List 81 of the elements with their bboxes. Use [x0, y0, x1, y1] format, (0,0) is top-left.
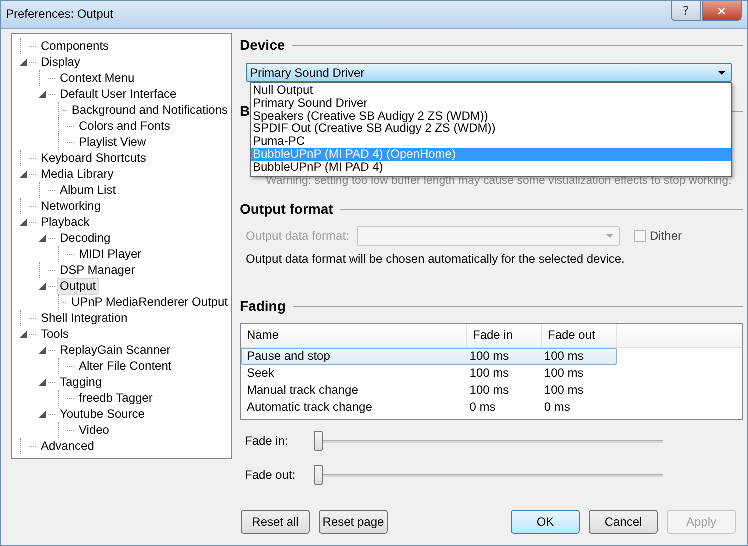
tree-item[interactable]: Video — [76, 422, 112, 438]
table-row[interactable]: Pause and stop 100 ms 100 ms — [241, 348, 617, 365]
tree-item[interactable]: Shell Integration — [38, 310, 131, 326]
dialog-button[interactable]: Reset all — [241, 510, 310, 534]
tree-item[interactable]: Components — [38, 38, 112, 54]
dropdown-option[interactable]: BubbleUPnP (MI PAD 4) — [251, 160, 731, 174]
table-cell-text: Manual track change — [246, 383, 360, 398]
expanded-triangle-icon[interactable] — [20, 58, 27, 66]
dropdown-option[interactable]: Puma-PC — [251, 135, 731, 148]
expanded-triangle-icon[interactable] — [39, 410, 46, 418]
tree-item[interactable]: Networking — [38, 198, 104, 214]
table-row[interactable]: Automatic track change 0 ms 0 ms — [241, 399, 617, 416]
dropdown-option[interactable]: SPDIF Out (Creative SB Audigy 2 ZS (WDM)) — [251, 122, 731, 136]
section-heading: Fading — [240, 298, 286, 314]
column-header[interactable]: Name — [241, 324, 467, 347]
tree-item[interactable]: Display — [38, 54, 84, 70]
table-cell-text: 100 ms — [468, 383, 510, 398]
dialog-button[interactable]: Cancel — [589, 510, 658, 534]
expanded-triangle-icon[interactable] — [39, 282, 46, 290]
expanded-triangle-icon[interactable] — [20, 170, 27, 178]
dropdown-option[interactable]: Primary Sound Driver — [251, 96, 731, 110]
help-button[interactable]: ? — [671, 1, 701, 21]
caret-icon — [718, 70, 726, 74]
tree-item[interactable]: Youtube Source — [57, 406, 148, 422]
section-heading: B — [240, 103, 250, 119]
tree-item[interactable]: Advanced — [38, 438, 98, 454]
table-cell-text: 100 ms — [543, 366, 585, 381]
table-cell-text: 0 ms — [543, 400, 572, 415]
format-label: Output data format: — [246, 229, 350, 243]
tree-item[interactable]: Default User Interface — [57, 86, 180, 102]
dropdown-option[interactable]: Speakers (Creative SB Audigy 2 ZS (WDM)) — [251, 110, 731, 122]
slider-label: Fade out: — [245, 468, 297, 482]
expanded-triangle-icon[interactable] — [39, 346, 46, 354]
table-row[interactable]: Manual track change 100 ms 100 ms — [241, 382, 617, 399]
tree-item[interactable]: Colors and Fonts — [76, 118, 174, 134]
table-cell-text: 100 ms — [543, 383, 585, 398]
slider-label: Fade in: — [245, 434, 290, 448]
device-dropdown[interactable]: Primary Sound Driver — [246, 63, 732, 82]
section-heading: Output format — [240, 201, 334, 217]
expanded-triangle-icon[interactable] — [20, 218, 27, 226]
tree-item[interactable]: MIDI Player — [76, 246, 145, 262]
tree-item[interactable]: Output — [57, 278, 100, 294]
tree-item[interactable]: UPnP MediaRenderer Output — [68, 294, 231, 310]
column-header[interactable]: Fade in — [467, 324, 542, 347]
tree-item[interactable]: Playlist View — [76, 134, 150, 150]
tree-item[interactable]: Tools — [38, 326, 72, 342]
column-header[interactable]: Fade out — [542, 324, 617, 347]
tree-item[interactable]: Decoding — [57, 230, 114, 246]
table-cell-text: 100 ms — [543, 349, 585, 364]
tree-item[interactable]: Album List — [57, 182, 120, 198]
table-cell-text: Automatic track change — [246, 400, 374, 415]
tree-item[interactable]: Media Library — [38, 166, 117, 182]
tree-item[interactable]: Context Menu — [57, 70, 138, 86]
section-heading: Device — [240, 37, 286, 53]
tree-item[interactable]: DSP Manager — [57, 262, 138, 278]
dialog-button[interactable]: Reset page — [319, 510, 388, 534]
table-cell-text: Pause and stop — [246, 349, 332, 364]
window-title: Preferences: Output — [6, 7, 114, 21]
caret-icon — [606, 234, 614, 238]
slider-thumb[interactable] — [314, 464, 323, 484]
tree-item[interactable]: freedb Tagger — [76, 390, 156, 406]
table-cell-text: 100 ms — [468, 349, 510, 364]
dialog-button[interactable]: OK — [511, 510, 580, 534]
expanded-triangle-icon[interactable] — [39, 378, 46, 386]
dither-label: Dither — [650, 229, 682, 243]
tree-item[interactable]: Keyboard Shortcuts — [38, 150, 150, 166]
table-cell-text: 0 ms — [468, 400, 497, 415]
table-cell-text: 100 ms — [468, 366, 510, 381]
expanded-triangle-icon[interactable] — [20, 330, 27, 338]
tree-item[interactable]: Tagging — [57, 374, 106, 390]
tree-item[interactable]: Playback — [38, 214, 93, 230]
table-row[interactable]: Seek 100 ms 100 ms — [241, 365, 617, 382]
format-note: Output data format will be chosen automatically for the selected device. — [246, 252, 626, 266]
expanded-triangle-icon[interactable] — [39, 234, 46, 242]
dropdown-option[interactable]: Null Output — [251, 84, 731, 97]
slider-thumb[interactable] — [314, 430, 323, 450]
tree-item[interactable]: Background and Notifications — [68, 102, 231, 118]
tree-item[interactable]: ReplayGain Scanner — [57, 342, 174, 358]
tree-item[interactable]: Alter File Content — [76, 358, 175, 374]
table-cell-text: Seek — [246, 366, 276, 381]
expanded-triangle-icon[interactable] — [39, 90, 46, 98]
